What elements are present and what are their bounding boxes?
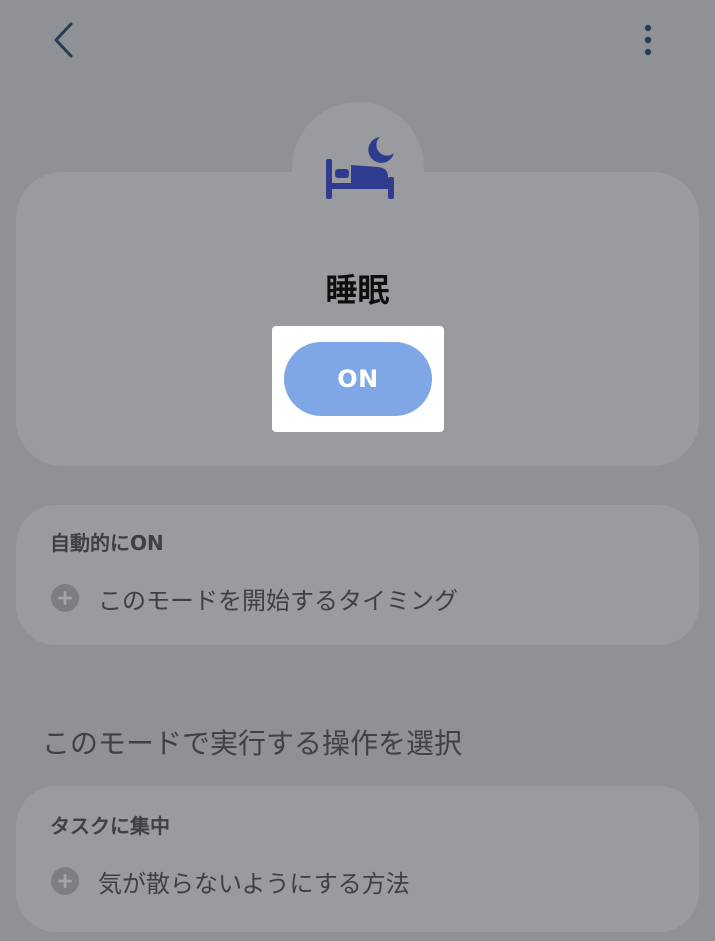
bed-moon-icon	[326, 137, 394, 199]
sleep-mode-screen: 睡眠 ON 自動的にON このモードを開始するタイミング このモードで実行する操…	[0, 0, 715, 941]
add-start-timing-label: このモードを開始するタイミング	[98, 586, 458, 615]
add-distraction-method-label: 気が散らないようにする方法	[98, 869, 410, 898]
add-start-timing-row[interactable]: このモードを開始するタイミング	[50, 578, 458, 618]
plus-circle-icon	[51, 867, 79, 895]
back-button[interactable]	[40, 18, 88, 62]
mode-on-button[interactable]: ON	[284, 342, 432, 416]
vertical-ellipsis-icon	[644, 24, 652, 56]
mode-icon-badge	[292, 102, 424, 234]
auto-on-card: 自動的にON このモードを開始するタイミング	[16, 505, 699, 645]
add-distraction-method-row[interactable]: 気が散らないようにする方法	[50, 861, 410, 901]
mode-title: 睡眠	[325, 271, 390, 309]
more-options-button[interactable]	[626, 18, 670, 62]
chevron-left-icon	[54, 22, 73, 58]
actions-section-heading: このモードで実行する操作を選択	[42, 727, 463, 760]
auto-on-title: 自動的にON	[50, 531, 164, 555]
focus-task-title: タスクに集中	[50, 814, 170, 838]
focus-task-card: タスクに集中 気が散らないようにする方法	[16, 786, 699, 932]
plus-circle-icon	[51, 584, 79, 612]
